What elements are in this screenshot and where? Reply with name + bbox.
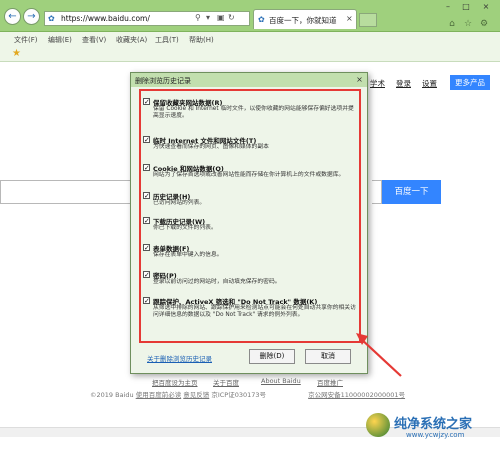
footer-feedback[interactable]: 意见反馈 (183, 391, 209, 399)
menu-view[interactable]: 查看(V) (82, 35, 106, 45)
footer-legal: ©2019 Baidu 使用百度前必读 意见反馈 京ICP证030173号 京公… (90, 389, 420, 399)
checkbox-temp-files[interactable]: ✓ (143, 136, 150, 144)
checkbox-download-history[interactable]: ✓ (143, 217, 150, 225)
cancel-button[interactable]: 取消 (305, 349, 351, 364)
link-scholar[interactable]: 学术 (370, 78, 385, 89)
close-window-icon[interactable]: × (476, 1, 496, 13)
address-url: https://www.baidu.com/ (61, 14, 150, 23)
option-desc: 保存在表单中键入的信息。 (153, 252, 223, 258)
tab-title: 百度一下，你就知道 (269, 16, 337, 25)
more-products-button[interactable]: 更多产品 (450, 75, 490, 90)
menu-file[interactable]: 文件(F) (14, 35, 38, 45)
option-desc: 登录以前访问过的网站时，自动填充保存的密码。 (153, 279, 281, 285)
footer-baidu-promotion[interactable]: 百度推广 (317, 377, 343, 387)
footer-icp: 京ICP证030173号 (211, 391, 267, 399)
checkbox-history[interactable]: ✓ (143, 192, 150, 200)
search-input[interactable] (0, 180, 130, 204)
option-desc: 为快速查看而保存的网页、图像和媒体的副本 (153, 144, 269, 150)
settings-gear-icon[interactable]: ⚙ (478, 18, 490, 30)
option-desc: 已访问网站的列表。 (153, 200, 206, 206)
baidu-favicon-icon: ✿ (48, 14, 55, 23)
back-button[interactable]: ← (4, 8, 21, 25)
checkbox-form-data[interactable]: ✓ (143, 244, 150, 252)
footer-police[interactable]: 京公网安备11000002000001号 (308, 391, 405, 399)
tab-close-icon[interactable]: × (346, 14, 353, 23)
dialog-titlebar: 删除浏览历史记录 × (131, 73, 367, 87)
option-desc: 从筛选中排除的网站、跟踪保护用来检测站点可能会在何处自动共享你的相关访问详细信息… (153, 305, 356, 318)
checkbox-tracking-protection[interactable]: ✓ (143, 297, 150, 305)
delete-history-dialog: 删除浏览历史记录 × ✓ 保留收藏夹网站数据(R) 保留 Cookie 和 In… (130, 72, 368, 374)
footer-about-baidu-en[interactable]: About Baidu (261, 377, 301, 385)
link-settings[interactable]: 设置 (422, 78, 437, 89)
option-desc: 网站为了保存首选项或改善网站性能而存储在你计算机上的文件或数据库。 (153, 172, 345, 178)
minimize-icon[interactable]: – (440, 1, 456, 13)
home-icon[interactable]: ⌂ (446, 18, 458, 30)
tab-favicon-icon: ✿ (258, 15, 265, 24)
menu-favorites[interactable]: 收藏夹(A) (116, 35, 147, 45)
favorites-bar: ★ (0, 46, 500, 62)
refresh-icon[interactable]: ↻ (228, 13, 235, 22)
dialog-close-icon[interactable]: × (354, 74, 365, 85)
dropdown-icon[interactable]: ▾ (206, 13, 210, 22)
footer-read-before[interactable]: 使用百度前必读 (136, 391, 182, 399)
menu-help[interactable]: 帮助(H) (189, 35, 214, 45)
add-favorite-star-icon[interactable]: ★ (12, 48, 21, 59)
new-tab-button[interactable] (359, 13, 377, 27)
search-button[interactable]: 百度一下 (382, 180, 441, 204)
watermark-text: 纯净系统之家 (394, 417, 473, 432)
maximize-icon[interactable]: □ (458, 1, 474, 13)
search-input-end[interactable] (372, 180, 382, 204)
checkbox-preserve-favorites[interactable]: ✓ (143, 98, 150, 106)
link-login[interactable]: 登录 (396, 78, 411, 89)
lock-icon: ▣ (217, 13, 225, 22)
option-desc: 你已下载的文件的列表。 (153, 225, 217, 231)
tab-baidu[interactable]: ✿ 百度一下，你就知道 × (253, 9, 357, 29)
address-bar[interactable]: ✿ https://www.baidu.com/ ⚲ ▾ ▣ ↻ (44, 11, 250, 26)
footer-set-homepage[interactable]: 把百度设为主页 (152, 377, 198, 387)
footer-copyright: ©2019 Baidu (90, 391, 134, 399)
dialog-title: 删除浏览历史记录 (135, 77, 191, 85)
watermark-logo-icon (366, 413, 390, 437)
favorites-star-icon[interactable]: ☆ (462, 18, 474, 30)
watermark-url: www.ycwjzy.com (406, 431, 465, 439)
delete-button[interactable]: 删除(D) (249, 349, 295, 364)
checkbox-passwords[interactable]: ✓ (143, 271, 150, 279)
option-desc: 保留 Cookie 和 Internet 临时文件，以使你收藏的网站能够保存偏好… (153, 106, 354, 119)
footer-about-baidu[interactable]: 关于百度 (213, 377, 239, 387)
menu-tools[interactable]: 工具(T) (155, 35, 179, 45)
search-icon[interactable]: ⚲ (195, 13, 201, 22)
checkbox-cookies[interactable]: ✓ (143, 164, 150, 172)
browser-titlebar: ← → ✿ https://www.baidu.com/ ⚲ ▾ ▣ ↻ ✿ 百… (0, 0, 500, 32)
menu-edit[interactable]: 编辑(E) (48, 35, 72, 45)
menu-bar: 文件(F) 编辑(E) 查看(V) 收藏夹(A) 工具(T) 帮助(H) (0, 32, 500, 46)
about-delete-history-link[interactable]: 关于删除浏览历史记录 (147, 353, 212, 363)
forward-button[interactable]: → (23, 8, 40, 25)
